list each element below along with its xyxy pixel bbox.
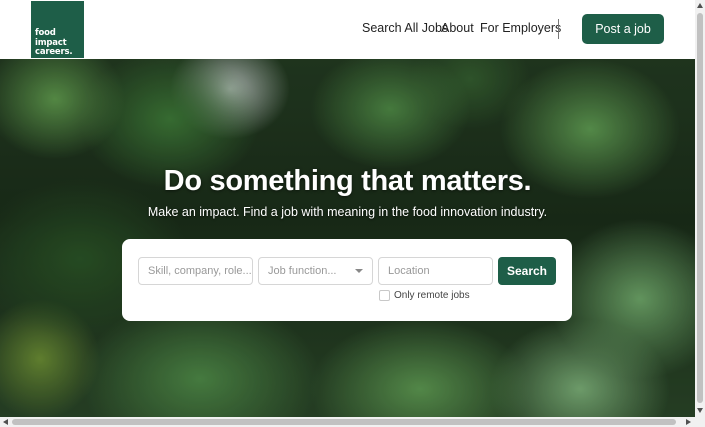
scroll-up-arrow-icon[interactable] <box>697 3 703 8</box>
logo-line-3: careers. <box>35 47 73 57</box>
skill-search-placeholder: Skill, company, role... <box>148 265 252 277</box>
remote-jobs-label: Only remote jobs <box>394 290 470 301</box>
nav-link-search-all-jobs[interactable]: Search All Jobs <box>362 21 448 35</box>
chevron-down-icon <box>355 269 363 273</box>
scroll-right-arrow-icon[interactable] <box>686 419 691 425</box>
nav-link-for-employers[interactable]: For Employers <box>480 21 561 35</box>
remote-jobs-option[interactable]: Only remote jobs <box>379 290 470 301</box>
horizontal-scrollbar[interactable] <box>0 417 705 427</box>
site-logo[interactable]: food impact careers. <box>31 1 84 58</box>
location-placeholder: Location <box>388 265 430 277</box>
scroll-down-arrow-icon[interactable] <box>697 408 703 413</box>
search-button[interactable]: Search <box>498 257 556 285</box>
remote-jobs-checkbox[interactable] <box>379 290 390 301</box>
vertical-scroll-thumb[interactable] <box>697 13 703 403</box>
location-input[interactable]: Location <box>378 257 493 285</box>
post-job-button[interactable]: Post a job <box>582 14 664 44</box>
hero-section: Do something that matters. Make an impac… <box>0 59 695 417</box>
site-header: food impact careers. Search All Jobs Abo… <box>0 0 695 59</box>
vertical-scrollbar[interactable] <box>695 0 705 417</box>
hero-background-image <box>0 59 695 417</box>
nav-link-about[interactable]: About <box>441 21 474 35</box>
skill-search-input[interactable]: Skill, company, role... <box>138 257 253 285</box>
job-function-placeholder: Job function... <box>268 265 337 277</box>
hero-title: Do something that matters. <box>163 165 532 197</box>
job-function-select[interactable]: Job function... <box>258 257 373 285</box>
horizontal-scroll-thumb[interactable] <box>12 419 676 425</box>
scroll-left-arrow-icon[interactable] <box>3 419 8 425</box>
nav-divider <box>558 19 559 39</box>
job-search-card: Skill, company, role... Job function... … <box>122 239 572 321</box>
hero-subtitle: Make an impact. Find a job with meaning … <box>147 205 548 219</box>
